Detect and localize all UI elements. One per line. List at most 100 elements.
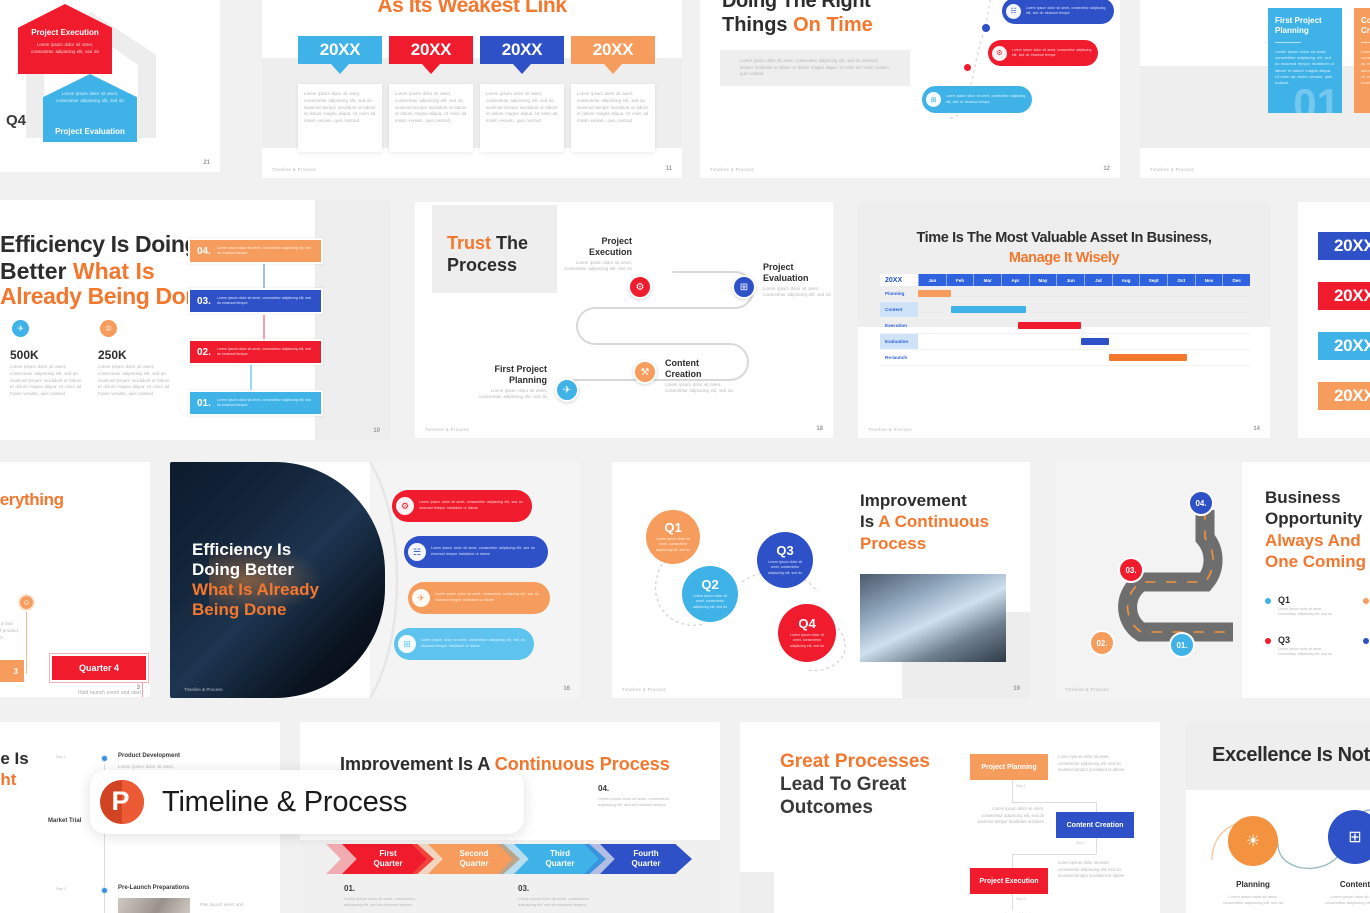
slide5-title-b: Continuous Process (494, 754, 670, 774)
quarter-label: Q1 (664, 520, 682, 536)
gantt-month: Sept (1139, 274, 1168, 286)
pill-text: Lorem ipsum dolor sit amet, consectetur … (946, 94, 1026, 104)
year-card-4[interactable]: 20XX Lorem ipsum dolor sit amet, consect… (571, 36, 655, 152)
circle-planning[interactable]: ☀ (1228, 816, 1278, 866)
numbered-card-2[interactable]: Content Creation Lorem ipsum dolor sit a… (1354, 8, 1370, 113)
feature-pill-1[interactable]: ⚙ Lorem ipsum dolor sit amet, consectetu… (392, 490, 532, 522)
slide-thumbnail-21[interactable]: Q3 Q4 Lorem ipsum dolor sit amet, consec… (0, 0, 220, 172)
quarter-circle-q3[interactable]: Q3 Lorem ipsum dolor sit amet, consectet… (757, 532, 813, 588)
year-bar-2[interactable]: 20XX (1318, 282, 1370, 310)
chevron-card-project-evaluation[interactable]: Lorem ipsum dolor sit amet, consectetur … (43, 74, 137, 142)
slide19-title-c: A Continuous (878, 512, 990, 532)
label-line1: Project (601, 236, 632, 246)
slide-thumbnail-14[interactable]: Time Is The Most Valuable Asset In Busin… (858, 202, 1270, 438)
label-line1: Project (763, 262, 794, 272)
year-bar-3[interactable]: 20XX (1318, 332, 1370, 360)
quarter-text: Lorem ipsum dolor sit amet, consectetur … (692, 594, 728, 609)
gantt-month: Aug (1111, 274, 1140, 286)
slide-thumbnail-18[interactable]: Trust The Process Project Execution Lore… (415, 202, 833, 438)
quarter-text: Lorem ipsum dolor sit amet, consectetur … (767, 560, 803, 575)
slide-thumbnail-10[interactable]: Efficiency Is Doing Better What Is Alrea… (0, 200, 390, 440)
timeline-pill-2[interactable]: ☵ Lorem ipsum dolor sit amet, consectetu… (1002, 0, 1114, 24)
feature-pill-2[interactable]: ☵ Lorem ipsum dolor sit amet, consectetu… (404, 536, 548, 568)
gantt-month: Jun (1056, 274, 1085, 286)
gear-icon: ⚙ (396, 497, 414, 515)
gantt-month: Nov (1194, 274, 1223, 286)
step-bar-01[interactable]: 01. Lorem ipsum dolor sit amet, consecte… (188, 390, 323, 416)
caption-text: Lorem ipsum dolor sit amet, consectetur … (344, 896, 416, 907)
page-number: 10 (373, 428, 380, 434)
slide8-title: Excellence Is Not (1212, 744, 1370, 766)
timeline-pill-4[interactable]: ⊞ Lorem ipsum dolor sit amet, consectetu… (922, 86, 1032, 113)
card-body-text: Lorem ipsum dolor sit amet, consectetur … (577, 91, 649, 124)
timeline-label-1: Product Development (118, 753, 181, 759)
node-project-evaluation[interactable]: ⊞ (732, 275, 756, 299)
slide-footer: Timeline & Process (710, 167, 754, 172)
quarter-label: Q4 (798, 616, 816, 632)
quarter-circle-q1[interactable]: Q1 Lorem ipsum dolor sit amet, consectet… (646, 510, 700, 564)
quarter-circle-q2[interactable]: Q2 Lorem ipsum dolor sit amet, consectet… (682, 566, 738, 622)
year-card-1[interactable]: 20XX Lorem ipsum dolor sit amet, consect… (298, 36, 382, 152)
node-project-execution[interactable]: ⚙ (628, 275, 652, 299)
year-bar-1[interactable]: 20XX (1318, 232, 1370, 260)
network-icon: ⊞ (398, 635, 416, 653)
label-line2: Evaluation (763, 272, 809, 283)
circle-text-planning: Lorem ipsum dolor sit amet, consectetur … (1222, 894, 1284, 905)
path-dot-3 (964, 64, 971, 71)
slide19-photo (860, 574, 1006, 662)
quarter-circle-q4[interactable]: Q4 Lorem ipsum dolor sit amet, consectet… (778, 604, 836, 662)
roadmap-node-03[interactable]: 03. (1118, 557, 1144, 583)
label-line1: Content (665, 358, 699, 368)
slide-thumbnail-13[interactable]: ⚙ Lorem ipsum dolor sit amet, consectetu… (1140, 0, 1370, 178)
step-bar-04[interactable]: 04. Lorem ipsum dolor sit amet, consecte… (188, 238, 323, 264)
step-text: Lorem ipsum dolor sit amet, consectetur … (216, 346, 312, 356)
numbered-card-1[interactable]: First Project Planning Lorem ipsum dolor… (1268, 8, 1342, 113)
gantt-month: Mar (973, 274, 1002, 286)
legend-label: Q1 (1278, 595, 1291, 605)
slide-thumbnail-17[interactable]: 04. 03. 02. 01. Business Opportunity Alw… (1055, 462, 1370, 698)
year-bar-4[interactable]: 20XX (1318, 382, 1370, 410)
flow-box-content-creation[interactable]: Content Creation (1056, 812, 1134, 838)
node-first-project-planning[interactable]: ✈ (555, 378, 579, 402)
roadmap-node-04[interactable]: 04. (1188, 490, 1214, 516)
circle-text-content: Lorem ipsum dolor sit amet, consectetur … (1324, 894, 1370, 905)
flow-box-project-planning[interactable]: Project Planning (970, 754, 1048, 780)
gear-icon: ⚙ (992, 45, 1007, 61)
page-number: 21 (203, 160, 210, 166)
timeline-step-3: Step 3 (56, 887, 66, 891)
gantt-bar (918, 290, 952, 297)
slide-thumbnail-15[interactable]: 20XX 20XX 20XX 20XX (1298, 202, 1370, 438)
feature-pill-4[interactable]: ⊞ Lorem ipsum dolor sit amet, consectetu… (394, 628, 534, 660)
year-card-3[interactable]: 20XX Lorem ipsum dolor sit amet, consect… (480, 36, 564, 152)
node-content-creation[interactable]: ⚒ (633, 360, 657, 384)
step-bar-02[interactable]: 02. Lorem ipsum dolor sit amet, consecte… (188, 339, 323, 365)
arrow-line2: Quarter (631, 859, 661, 868)
year-card-2[interactable]: 20XX Lorem ipsum dolor sit amet, consect… (389, 36, 473, 152)
feature-pill-3[interactable]: ✈ Lorem ipsum dolor sit amet, consectetu… (408, 582, 550, 614)
powerpoint-logo-icon: P (100, 780, 144, 824)
slide-thumbnail-12[interactable]: Doing The Right Things On Time Lorem ips… (700, 0, 1120, 178)
quarter4-badge[interactable]: Quarter 4 (50, 654, 148, 682)
step-bar-03[interactable]: 03. Lorem ipsum dolor sit amet, consecte… (188, 288, 323, 314)
slide-thumbnail-9[interactable]: Great Processes Lead To Great Outcomes P… (740, 722, 1160, 913)
roadmap-node-02[interactable]: 02. (1089, 630, 1115, 656)
handshake-icon: ☵ (408, 543, 426, 561)
slide-thumbnail-8[interactable]: Excellence Is Not ☀ Planning Lorem ipsum… (1186, 722, 1370, 913)
slide-footer: Timeline & Process (622, 687, 666, 692)
flow-box-project-execution[interactable]: Project Execution (970, 868, 1048, 894)
roadmap-node-01[interactable]: 01. (1169, 632, 1195, 658)
timeline-pill-3[interactable]: ⚙ Lorem ipsum dolor sit amet, consectetu… (988, 40, 1098, 66)
page-number: 19 (1013, 686, 1020, 692)
slide-thumbnail-16[interactable]: Efficiency Is Doing Better What Is Alrea… (170, 462, 580, 698)
slide-thumbnail-11[interactable]: As Its Weakest Link 20XX Lorem ipsum dol… (262, 0, 682, 178)
slide-footer: Timeline & Process (184, 687, 223, 692)
slide-footer: Timeline & Process (868, 427, 912, 432)
chevron-card-project-execution[interactable]: Project Execution Lorem ipsum dolor sit … (18, 4, 112, 74)
slide17-title-b: Opportunity (1265, 509, 1363, 529)
slide-thumbnail-3[interactable]: Is Everything ☺ Conduct a trial run-up o… (0, 462, 150, 697)
quarter3-badge[interactable]: 3 (0, 660, 24, 682)
trophy-icon: ♔ (100, 320, 117, 337)
step-text: Lorem ipsum dolor sit amet, consectetur … (216, 397, 312, 407)
caption-text: Lorem ipsum dolor sit amet, consectetur … (598, 796, 670, 807)
slide-thumbnail-19[interactable]: Improvement Is A Continuous Process Q1 L… (612, 462, 1030, 698)
